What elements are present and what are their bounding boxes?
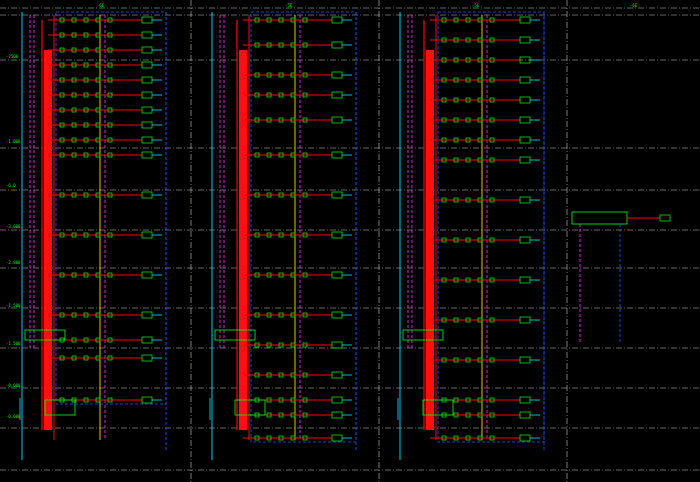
- column-header-3: -5E: [472, 3, 480, 8]
- electrical-riser-diagram: -6E -5E -5E -6E -7500 -1.000 -6.0 -3.000…: [0, 0, 700, 482]
- level-label-5: -2.800: [6, 260, 21, 265]
- main-riser-1: [44, 50, 52, 430]
- level-label-3: -6.0: [6, 183, 16, 188]
- level-label-7: -1.500: [6, 341, 21, 346]
- level-label-9: -0.000: [6, 414, 21, 419]
- level-label-4: -3.000: [6, 224, 21, 229]
- column-header-1: -6E: [97, 3, 105, 8]
- level-label-6: -1.500: [6, 303, 21, 308]
- column-header-2: -5E: [285, 3, 293, 8]
- level-label-2: -1.000: [6, 139, 21, 144]
- level-label-8: -0.000: [6, 383, 21, 388]
- level-label-1: -7500: [6, 54, 19, 59]
- main-riser-2: [239, 50, 247, 430]
- column-header-4: -6E: [630, 3, 638, 8]
